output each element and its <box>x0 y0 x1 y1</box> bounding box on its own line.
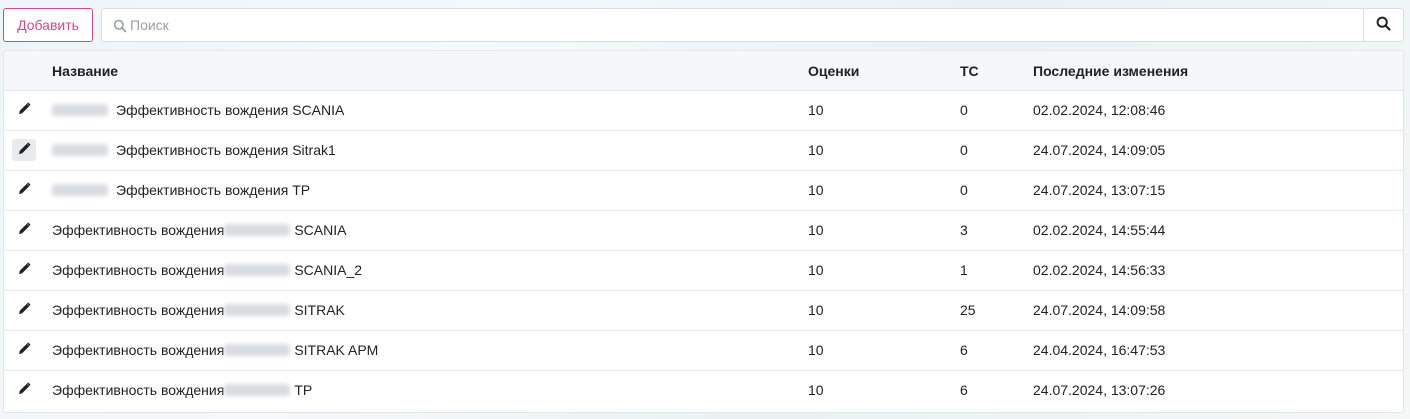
table-row[interactable]: Эффективность вождения SCANIA 10 0 02.02… <box>4 91 1403 131</box>
pencil-icon <box>18 102 31 118</box>
toolbar: Добавить <box>3 8 1404 42</box>
scores-cell: 10 <box>808 182 824 198</box>
search-button[interactable] <box>1363 9 1403 41</box>
vehicles-cell: 25 <box>960 302 976 318</box>
pencil-icon <box>18 182 31 198</box>
table-row[interactable]: Эффективность вождения SCANIA 10 3 02.02.… <box>4 211 1403 251</box>
last-modified-cell: 24.04.2024, 16:47:53 <box>1033 342 1166 358</box>
search-icon <box>113 19 127 33</box>
search-bar <box>101 8 1404 42</box>
vehicles-cell: 3 <box>960 222 968 238</box>
vehicles-cell: 0 <box>960 182 968 198</box>
redacted-text <box>224 264 291 276</box>
search-input[interactable] <box>130 10 1330 40</box>
edit-button[interactable] <box>12 339 36 361</box>
edit-button[interactable] <box>12 179 36 201</box>
pencil-icon <box>18 262 31 278</box>
table-header: Название Оценки ТС Последние изменения <box>4 51 1403 91</box>
redacted-text <box>52 184 108 196</box>
edit-button[interactable] <box>12 379 36 401</box>
redacted-text <box>224 344 291 356</box>
last-modified-cell: 02.02.2024, 14:55:44 <box>1033 222 1166 238</box>
table-row[interactable]: Эффективность вождения SITRAK APM 10 6 24… <box>4 331 1403 371</box>
redacted-text <box>52 144 108 156</box>
table-row[interactable]: Эффективность вождения Sitrak1 10 0 24.0… <box>4 131 1403 171</box>
redacted-text <box>52 104 108 116</box>
scores-cell: 10 <box>808 262 824 278</box>
pencil-icon <box>18 302 31 318</box>
name-cell: Эффективность вождения SITRAK APM <box>52 342 379 358</box>
edit-button[interactable] <box>12 299 36 321</box>
pencil-icon <box>18 142 31 158</box>
edit-button[interactable] <box>12 259 36 281</box>
table-row[interactable]: Эффективность вождения ТР 10 6 24.07.2024… <box>4 371 1403 411</box>
name-cell: Эффективность вождения SCANIA_2 <box>52 262 363 278</box>
edit-button[interactable] <box>12 219 36 241</box>
vehicles-cell: 1 <box>960 262 968 278</box>
scores-cell: 10 <box>808 302 824 318</box>
programs-table: Название Оценки ТС Последние изменения Э… <box>3 50 1404 413</box>
last-modified-cell: 02.02.2024, 12:08:46 <box>1033 102 1166 118</box>
name-cell: Эффективность вождения SITRAK <box>52 302 345 318</box>
redacted-text <box>224 384 291 396</box>
column-header-vehicles[interactable]: ТС <box>960 63 979 79</box>
add-button[interactable]: Добавить <box>3 8 93 42</box>
name-cell: Эффективность вождения SCANIA <box>52 102 344 118</box>
edit-button[interactable] <box>12 139 36 161</box>
table-row[interactable]: Эффективность вождения SITRAK 10 25 24.07… <box>4 291 1403 331</box>
vehicles-cell: 0 <box>960 102 968 118</box>
last-modified-cell: 02.02.2024, 14:56:33 <box>1033 262 1166 278</box>
column-header-last-modified[interactable]: Последние изменения <box>1033 63 1188 79</box>
table-row[interactable]: Эффективность вождения ТР 10 0 24.07.202… <box>4 171 1403 211</box>
vehicles-cell: 6 <box>960 382 968 398</box>
last-modified-cell: 24.07.2024, 14:09:05 <box>1033 142 1166 158</box>
scores-cell: 10 <box>808 102 824 118</box>
search-icon <box>1376 16 1391 34</box>
pencil-icon <box>18 222 31 238</box>
scores-cell: 10 <box>808 382 824 398</box>
scores-cell: 10 <box>808 142 824 158</box>
last-modified-cell: 24.07.2024, 14:09:58 <box>1033 302 1166 318</box>
redacted-text <box>224 304 291 316</box>
column-header-name[interactable]: Название <box>52 63 118 79</box>
vehicles-cell: 6 <box>960 342 968 358</box>
redacted-text <box>224 224 291 236</box>
table-row[interactable]: Эффективность вождения SCANIA_2 10 1 02.0… <box>4 251 1403 291</box>
name-cell: Эффективность вождения SCANIA <box>52 222 347 238</box>
pencil-icon <box>18 342 31 358</box>
name-cell: Эффективность вождения Sitrak1 <box>52 142 336 158</box>
column-header-scores[interactable]: Оценки <box>808 63 859 79</box>
last-modified-cell: 24.07.2024, 13:07:26 <box>1033 382 1166 398</box>
name-cell: Эффективность вождения ТР <box>52 182 310 198</box>
scores-cell: 10 <box>808 222 824 238</box>
pencil-icon <box>18 382 31 398</box>
scores-cell: 10 <box>808 342 824 358</box>
name-cell: Эффективность вождения ТР <box>52 382 313 398</box>
last-modified-cell: 24.07.2024, 13:07:15 <box>1033 182 1166 198</box>
edit-button[interactable] <box>12 99 36 121</box>
vehicles-cell: 0 <box>960 142 968 158</box>
